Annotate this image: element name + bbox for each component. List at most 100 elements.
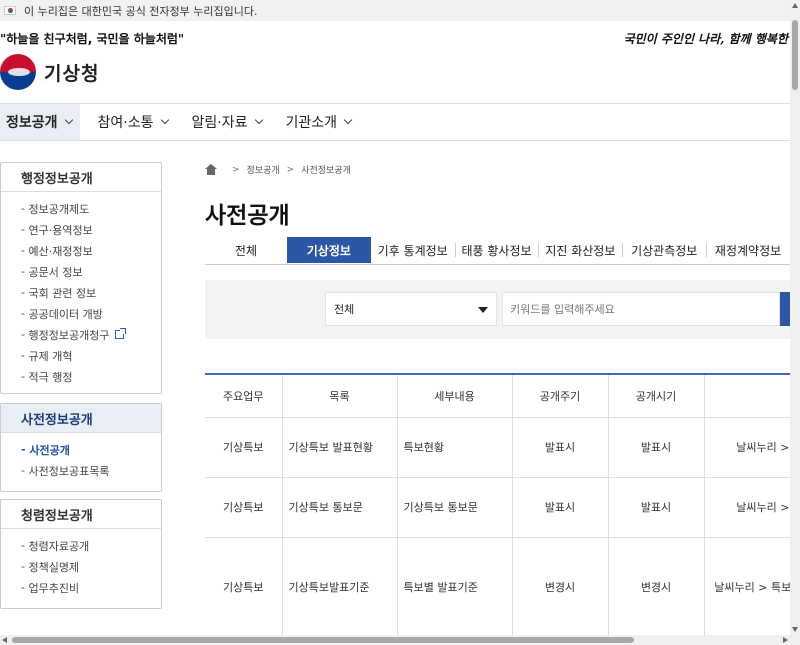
- sidebar-group-admin-info: 행정정보공개 - 정보공개제도 - 연구·용역정보 - 예산·재정정보 - 공문…: [0, 162, 162, 394]
- breadcrumb-separator: >: [232, 164, 240, 175]
- scrollbar-thumb[interactable]: [12, 637, 634, 643]
- table-cell: 기상특보: [205, 537, 283, 635]
- sidebar-item-label: 적극 행정: [28, 370, 73, 384]
- tab-weather-observation[interactable]: 기상관측정보: [622, 237, 706, 263]
- table-cell: 변경시: [608, 537, 705, 635]
- sidebar-item-label: 사전공개: [29, 443, 70, 457]
- sidebar-item[interactable]: - 공문서 정보: [21, 261, 161, 282]
- sidebar-group-title[interactable]: 행정정보공개: [1, 163, 161, 192]
- sidebar-item-label: 사전정보공표목록: [28, 464, 110, 478]
- sidebar-item-label: 청렴자료공개: [28, 539, 90, 553]
- sidebar-item-label: 예산·재정정보: [28, 244, 93, 258]
- sidebar-item[interactable]: - 업무추진비: [21, 577, 161, 598]
- slogan-right: 국민이 주인인 나라, 함께 행복한: [623, 32, 788, 46]
- sidebar-item-label: 규제 개혁: [28, 349, 73, 363]
- tab-earthquake-volcano[interactable]: 지진 화산정보: [538, 237, 622, 263]
- sidebar-item[interactable]: - 정보공개제도: [21, 198, 161, 219]
- scrollbar-thumb[interactable]: [792, 20, 798, 90]
- column-header: 목록: [282, 375, 398, 418]
- table-cell: 특보별 발표기준: [397, 537, 513, 635]
- scroll-down-icon[interactable]: [792, 627, 798, 632]
- table-cell: 기상특보: [205, 477, 283, 538]
- gnb-label: 알림·자료: [191, 115, 248, 131]
- sidebar-item[interactable]: - 사전정보공표목록: [21, 460, 161, 481]
- sidebar-item[interactable]: - 규제 개혁: [21, 345, 161, 366]
- breadcrumb-separator: >: [286, 164, 295, 175]
- sidebar-group-title[interactable]: 청렴정보공개: [1, 500, 161, 529]
- gnb-label: 기관소개: [285, 115, 338, 131]
- tab-typhoon-dust[interactable]: 태풍 황사정보: [454, 237, 539, 263]
- column-header: 공개주기: [512, 375, 609, 418]
- sidebar-group-integrity: 청렴정보공개 - 청렴자료공개 - 정책실명제 - 업무추진비: [0, 499, 162, 609]
- column-header: 주요업무: [205, 375, 283, 418]
- table-cell: 발표시: [608, 477, 705, 538]
- breadcrumb: > 정보공개 > 사전정보공개: [205, 163, 351, 176]
- gnb-item-news-data[interactable]: 알림·자료: [186, 104, 268, 140]
- breadcrumb-item[interactable]: 사전정보공개: [301, 163, 351, 176]
- search-area: 전체: [205, 280, 790, 339]
- table-cell-link[interactable]: 날씨누리 > 특보: [704, 417, 790, 478]
- gov-official-banner: 이 누리집은 대한민국 공식 전자정부 누리집입니다.: [0, 0, 790, 21]
- tab-weather-info[interactable]: 기상정보: [286, 237, 371, 263]
- korea-flag-icon: [4, 6, 16, 15]
- table-cell: 발표시: [512, 417, 609, 478]
- table-cell: 특보현황: [397, 417, 513, 478]
- sidebar-item-label: 업무추진비: [28, 581, 80, 595]
- scroll-right-icon[interactable]: [783, 637, 788, 643]
- table-cell: 변경시: [512, 537, 609, 635]
- chevron-down-icon: [160, 115, 169, 125]
- tab-climate-stats[interactable]: 기후 통계정보: [371, 237, 455, 263]
- table-cell-link[interactable]: 날씨누리 > 특보: [704, 477, 790, 538]
- category-tabs: 전체 기상정보 기후 통계정보 태풍 황사정보 지진 화산정보 기상관측정보 재…: [205, 237, 790, 265]
- sidebar-item-label: 정보공개제도: [28, 202, 90, 216]
- sidebar-item-label: 행정정보공개청구: [28, 328, 110, 342]
- sidebar-item[interactable]: - 연구·용역정보: [21, 219, 161, 240]
- search-button[interactable]: [780, 292, 790, 326]
- table-row: 기상특보 기상특보발표기준 특보별 발표기준 변경시 변경시 날씨누리 > 특보…: [205, 537, 790, 635]
- table-cell: 발표시: [608, 417, 705, 478]
- breadcrumb-item[interactable]: 정보공개: [247, 163, 280, 176]
- tab-finance-contract[interactable]: 재정계약정보: [706, 237, 790, 263]
- table-cell: 기상특보 통보문: [397, 477, 513, 538]
- table-cell: 기상특보 통보문: [282, 477, 398, 538]
- column-header: 공개시기: [608, 375, 705, 418]
- scroll-up-icon[interactable]: [792, 3, 798, 8]
- sidebar-item[interactable]: - 공공데이터 개방: [21, 303, 161, 324]
- sidebar-item[interactable]: - 청렴자료공개: [21, 535, 161, 556]
- search-category-select[interactable]: 전체: [325, 292, 497, 326]
- sidebar-item[interactable]: - 국회 관련 정보: [21, 282, 161, 303]
- tab-all[interactable]: 전체: [205, 237, 287, 263]
- sidebar-item[interactable]: - 행정정보공개청구: [21, 324, 161, 345]
- gnb-item-about[interactable]: 기관소개: [280, 104, 358, 140]
- gnb-item-participation[interactable]: 참여·소통: [92, 104, 174, 140]
- disclosure-table: 주요업무 목록 세부내용 공개주기 공개시기 기상특보 기상특보 발표현황 특보…: [205, 375, 790, 635]
- sidebar-item-label: 공문서 정보: [28, 265, 83, 279]
- table-row: 기상특보 기상특보 통보문 기상특보 통보문 발표시 발표시 날씨누리 > 특보: [205, 477, 790, 538]
- table-cell-link[interactable]: 날씨누리 > 특보 기상특보: [704, 537, 790, 635]
- chevron-down-icon: [254, 115, 263, 125]
- chevron-down-icon: [343, 115, 353, 125]
- search-input[interactable]: [502, 292, 780, 326]
- sidebar-item[interactable]: - 예산·재정정보: [21, 240, 161, 261]
- sidebar-group-title[interactable]: 사전정보공개: [1, 404, 161, 433]
- search-select-value: 전체: [334, 303, 355, 316]
- table-cell: 기상특보: [205, 417, 283, 478]
- sidebar-item-label: 연구·용역정보: [28, 223, 93, 237]
- vertical-scrollbar[interactable]: [790, 0, 800, 635]
- gnb-label: 정보공개: [6, 115, 58, 131]
- sidebar-item-current[interactable]: - 사전공개: [21, 439, 161, 460]
- slogan-left: "하늘을 친구처럼, 국민을 하늘처럼": [0, 32, 185, 46]
- main-navigation: 정보공개 참여·소통 알림·자료 기관소개: [0, 103, 790, 141]
- site-logo[interactable]: 기상청: [0, 54, 99, 90]
- horizontal-scrollbar[interactable]: [0, 635, 800, 645]
- sidebar-item[interactable]: - 적극 행정: [21, 366, 161, 387]
- sidebar-item[interactable]: - 정책실명제: [21, 556, 161, 577]
- caret-down-icon: [478, 307, 488, 313]
- sidebar-item-label: 국회 관련 정보: [28, 286, 97, 300]
- gnb-item-info-disclosure[interactable]: 정보공개: [0, 104, 80, 140]
- table-row: 기상특보 기상특보 발표현황 특보현황 발표시 발표시 날씨누리 > 특보: [205, 417, 790, 478]
- table-cell: 기상특보발표기준: [282, 537, 398, 635]
- page-title: 사전공개: [205, 203, 290, 229]
- home-icon[interactable]: [205, 164, 217, 175]
- scroll-left-icon[interactable]: [2, 637, 7, 643]
